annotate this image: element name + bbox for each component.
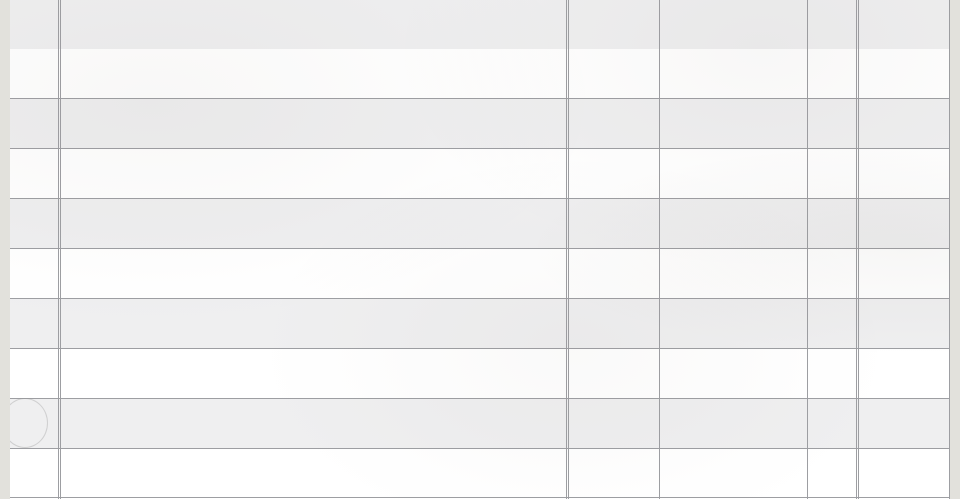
column-rule <box>858 0 859 499</box>
column-rule <box>856 0 857 499</box>
column-rule <box>949 0 950 499</box>
ledger-row <box>10 449 950 498</box>
ledger-row <box>10 149 950 199</box>
ledger-row <box>10 399 950 449</box>
ledger-row <box>10 249 950 299</box>
column-rule <box>60 0 61 499</box>
column-rule <box>659 0 660 499</box>
ledger-row <box>10 49 950 99</box>
right-page-margin <box>950 0 960 499</box>
ledger-row <box>10 349 950 399</box>
ledger-row <box>10 0 950 50</box>
ledger-row <box>10 199 950 249</box>
ledger-row <box>10 299 950 349</box>
ledger-row <box>10 99 950 149</box>
column-rule <box>568 0 569 499</box>
column-rule <box>58 0 59 499</box>
column-rule <box>807 0 808 499</box>
column-rule <box>566 0 567 499</box>
ledger-sheet <box>10 0 950 499</box>
left-page-margin <box>0 0 10 499</box>
